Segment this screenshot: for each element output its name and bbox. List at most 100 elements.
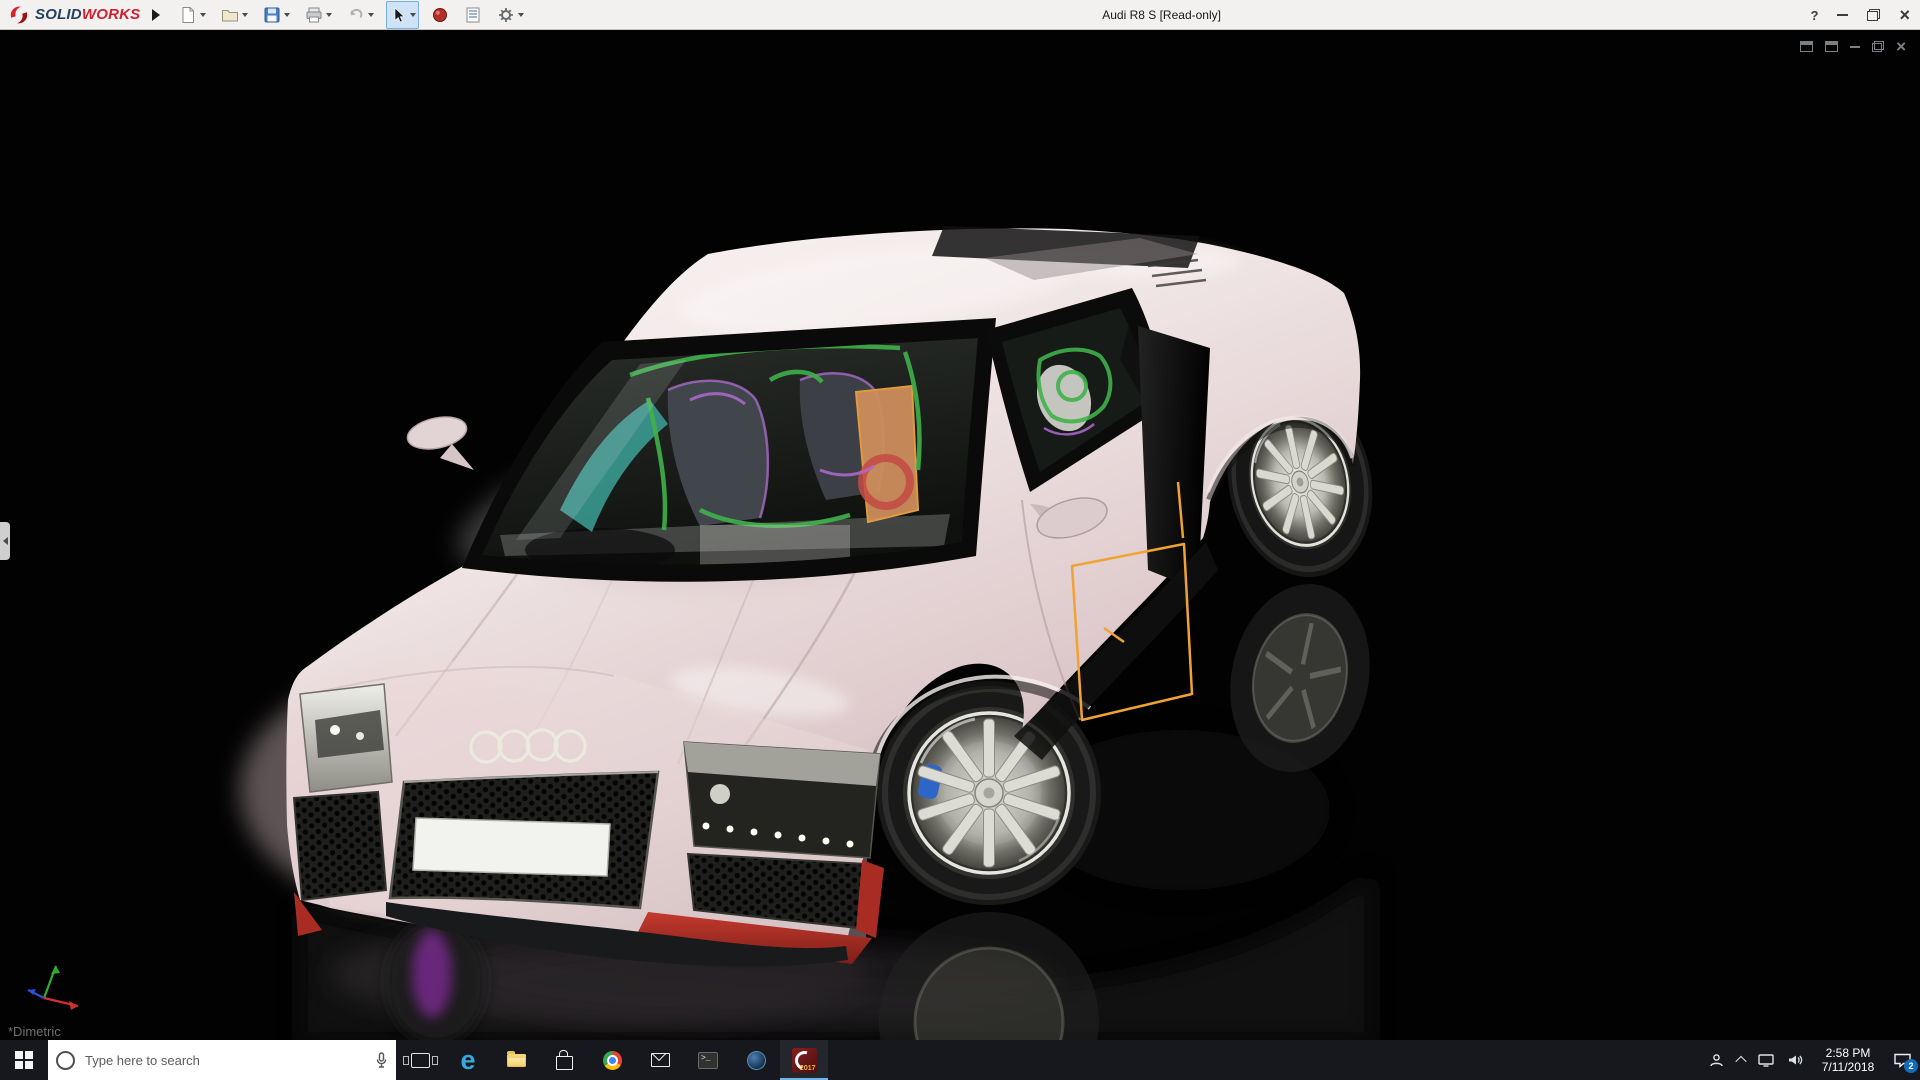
taskbar-command-prompt-button[interactable] (684, 1040, 732, 1080)
people-button[interactable] (1709, 1053, 1724, 1068)
print-icon (306, 7, 322, 22)
print-button[interactable] (302, 1, 335, 29)
license-plate (412, 817, 611, 877)
person-icon (1710, 1053, 1723, 1066)
chrome-icon (602, 1050, 622, 1070)
new-window-icon (1800, 41, 1814, 53)
tile-window-icon (1825, 41, 1839, 53)
car-model-render[interactable] (0, 30, 1920, 1040)
taskbar-clock[interactable]: 2:58 PM 7/11/2018 (1816, 1046, 1880, 1074)
taskbar-search[interactable] (48, 1040, 396, 1080)
far-mirror (406, 416, 468, 450)
taskbar-store-button[interactable] (540, 1040, 588, 1080)
sheet-properties-icon (466, 7, 480, 22)
minimize-icon (1850, 45, 1861, 48)
dropdown-arrow-icon[interactable] (518, 13, 525, 20)
window-title: Audi R8 S [Read-only] (1102, 8, 1221, 22)
windows-logo-icon (15, 1051, 33, 1069)
tile-window-button[interactable] (1825, 41, 1839, 53)
orientation-triad (27, 965, 79, 1010)
windows-taskbar: 2017 (0, 1040, 1920, 1080)
mail-icon (650, 1053, 670, 1067)
appearance-sphere-icon (433, 7, 448, 22)
close-button[interactable] (1899, 6, 1910, 24)
view-orientation-label: *Dimetric (8, 1024, 61, 1039)
action-center-button[interactable]: 2 (1893, 1052, 1918, 1073)
undo-icon (350, 8, 363, 18)
undo-button[interactable] (344, 1, 377, 29)
microphone-icon (376, 1052, 387, 1068)
new-document-icon (182, 6, 195, 23)
system-tray: 2:58 PM 7/11/2018 2 (1709, 1040, 1920, 1080)
collapse-arrow-icon (2, 537, 8, 545)
pinned-app-icon (746, 1050, 766, 1070)
restore-document-button[interactable] (1872, 41, 1885, 53)
desktop-screen: SOLIDWORKS Audi R8 S [Read-only] ? × × *… (0, 0, 1920, 1080)
brand-works: WORKS (81, 6, 141, 23)
task-view-button[interactable] (396, 1040, 444, 1080)
graphics-viewport[interactable]: *Dimetric (0, 30, 1920, 1040)
solidworks-2017-icon: 2017 (791, 1047, 817, 1073)
restore-icon (1872, 43, 1883, 53)
left-intake (292, 790, 388, 902)
appearance-button[interactable] (428, 1, 452, 29)
gear-icon (499, 7, 514, 22)
new-window-button[interactable] (1800, 41, 1814, 53)
taskbar-mail-button[interactable] (636, 1040, 684, 1080)
window-controls: ? (1811, 0, 1910, 30)
notification-badge: 2 (1904, 1059, 1918, 1073)
dropdown-arrow-icon[interactable] (410, 13, 417, 20)
solidworks-titlebar: SOLIDWORKS Audi R8 S [Read-only] ? × (0, 0, 1920, 30)
sheet-properties-button[interactable] (461, 1, 485, 29)
file-explorer-icon (506, 1050, 526, 1067)
minimize-button[interactable] (1837, 14, 1849, 16)
restore-button[interactable] (1867, 9, 1881, 21)
taskbar-solidworks-button[interactable]: 2017 (780, 1040, 828, 1080)
volume-button[interactable] (1787, 1053, 1803, 1067)
options-button[interactable] (494, 1, 527, 29)
open-document-button[interactable] (218, 1, 251, 29)
solidworks-logo: SOLIDWORKS (8, 4, 140, 26)
taskbar-chrome-button[interactable] (588, 1040, 636, 1080)
quick-access-toolbar (176, 0, 527, 29)
save-button[interactable] (260, 1, 293, 29)
solidworks-year-label: 2017 (799, 1064, 816, 1072)
show-hidden-icons-button[interactable] (1735, 1055, 1747, 1068)
monitor-icon (1758, 1054, 1774, 1067)
panel-flyout-tab[interactable] (0, 522, 10, 560)
dropdown-arrow-icon[interactable] (368, 13, 375, 20)
taskbar-pinned-app-button[interactable] (732, 1040, 780, 1080)
cortana-ring-icon (56, 1050, 75, 1070)
edge-icon (460, 1047, 475, 1074)
brand-text: SOLIDWORKS (35, 6, 140, 23)
help-button[interactable]: ? (1811, 8, 1819, 23)
select-tool-button[interactable] (386, 0, 420, 29)
taskbar-edge-button[interactable] (444, 1040, 492, 1080)
clock-time: 2:58 PM (1825, 1046, 1871, 1060)
document-window-controls (1800, 40, 1906, 54)
chevron-up-icon (1735, 1055, 1747, 1068)
dropdown-arrow-icon[interactable] (326, 13, 333, 20)
select-cursor-icon (395, 6, 406, 22)
dassault-logo-icon (10, 6, 28, 23)
close-document-button[interactable] (1896, 40, 1906, 54)
search-input[interactable] (83, 1051, 367, 1069)
command-prompt-icon (698, 1051, 718, 1069)
dropdown-arrow-icon[interactable] (200, 13, 207, 20)
dropdown-arrow-icon[interactable] (284, 13, 291, 20)
dropdown-arrow-icon[interactable] (242, 13, 249, 20)
open-folder-icon (222, 9, 239, 21)
new-document-button[interactable] (176, 1, 209, 29)
save-icon (264, 7, 280, 22)
clock-date: 7/11/2018 (1821, 1060, 1875, 1074)
brand-solid: SOLID (35, 6, 82, 23)
windshield-interior (482, 338, 978, 565)
menu-flyout-arrow-icon[interactable] (152, 8, 161, 21)
display-tray-button[interactable] (1758, 1053, 1774, 1067)
store-icon (555, 1049, 573, 1070)
minimize-document-button[interactable] (1850, 45, 1861, 48)
speaker-icon (1789, 1055, 1803, 1065)
taskbar-file-explorer-button[interactable] (492, 1040, 540, 1080)
task-view-icon (402, 1052, 438, 1068)
start-button[interactable] (0, 1040, 48, 1080)
